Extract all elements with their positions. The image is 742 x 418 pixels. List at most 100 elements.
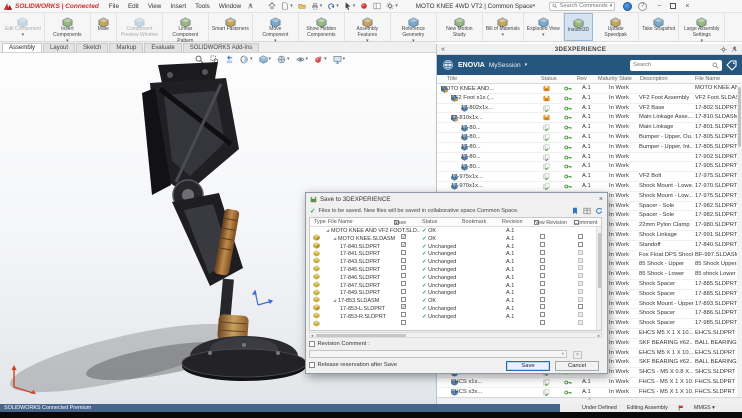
hscroll-right-icon[interactable]: ▸ [598,333,600,338]
tab-markup[interactable]: Markup [109,43,143,52]
dialog-vscrollbar-thumb[interactable] [598,233,601,288]
ribbon-bill-of-materials-button[interactable]: Bill of Materials▾ [483,13,524,41]
save-dialog-row[interactable]: 17-849.SLDPRT✓ UnchangedA.1 [310,289,601,297]
save-checkbox[interactable] [401,320,406,325]
save-dialog-row[interactable]: 17-845.SLDPRT✓ UnchangedA.1 [310,266,601,274]
comment-clear-button[interactable]: × [573,351,582,359]
select-cursor-icon-caret[interactable]: ▾ [353,4,356,9]
panel-gear-icon[interactable] [720,46,727,53]
tab-sketch[interactable]: Sketch [76,43,108,52]
panel-row[interactable]: 17-970x1x...A.1In WorkShock Mount - Lowe… [437,182,742,192]
release-reservation-checkbox[interactable] [309,362,315,368]
new-revision-checkbox[interactable] [540,320,545,325]
dcol-filename[interactable]: File Name [328,219,353,225]
panel-row[interactable]: 17-80...A.1In WorkMain Linkage17-801.SLD… [437,123,742,133]
panel-row[interactable]: 17-80...A.1In WorkBumper - Upper, Ou...1… [437,133,742,143]
panel-row[interactable]: FHCS x3x...A.1In WorkFHCS - M5 X 1 X 10.… [437,388,742,397]
save-button[interactable]: Save [506,361,550,371]
enovia-session[interactable]: MySession [489,62,521,69]
menu-view[interactable]: View [148,3,162,10]
print-icon[interactable]: ▾ [311,2,323,10]
ribbon-assembly-features-button[interactable]: Assembly Features▾ [345,13,391,41]
panel-row[interactable]: 17-80...A.1In Work17-902.SLDPRT [437,153,742,163]
panel-pin-icon[interactable] [731,46,738,53]
select-cursor-icon[interactable]: ▾ [344,2,356,10]
save-dialog-row[interactable]: ⊿ MOTO KNEE.SLDASM✓✓ OKA.1 [310,235,601,243]
save-dialog-row[interactable]: ⊿ 17-853.SLDASM✓✓ OKA.1 [310,297,601,305]
revision-comment-checkbox[interactable] [309,341,315,347]
save-dialog-row[interactable]: 17-840.SLDPRT✓ UnchangedA.1 [310,243,601,251]
ribbon-caret-icon[interactable]: ▾ [700,39,703,44]
tab-solidworks-add-ins[interactable]: SOLIDWORKS Add-Ins [183,43,260,52]
panel-row[interactable]: −VF2 Foot x1x (...A.1In WorkVF2 Foot Ass… [437,94,742,104]
tag-filter-icon[interactable] [726,60,737,71]
panel-row[interactable]: 17-80...A.1In WorkBumper - Upper, Int...… [437,143,742,153]
save-dialog-row[interactable]: 17-841.SLDPRT✓ UnchangedA.1 [310,250,601,258]
ribbon-component-preview-window-button[interactable]: Component Preview Window [117,13,163,41]
col-title[interactable]: Title [447,76,457,82]
panel-scrollbar[interactable] [737,85,742,398]
dialog-vscrollbar[interactable] [596,227,601,331]
save-dialog-row[interactable]: 17-853-L.SLDPRT✓ UnchangedA.1 [310,305,601,313]
save-dialog-row[interactable]: ⊿ MOTO KNEE AND VF2 FOOT.SLD..✓✓ OKA.1 [310,227,601,235]
ribbon-caret-icon[interactable]: ▾ [22,33,25,38]
dialog-hscrollbar[interactable]: ◂ ▸ [309,332,602,338]
close-button[interactable]: × [685,3,689,10]
ribbon-take-snapshot-button[interactable]: Take Snapshot [639,13,679,41]
ribbon-move-component-button[interactable]: Move Component▾ [253,13,299,41]
dcol-bookmark[interactable]: Bookmark [462,219,486,225]
dcol-revision[interactable]: Revision [502,219,523,225]
panel-row[interactable]: 17-80...A.1In Work17-905.SLDPRT [437,162,742,172]
save-dialog-close-icon[interactable]: × [599,196,603,203]
revision-comment-field[interactable]: ▾ [309,350,567,358]
ribbon-show-hidden-components-button[interactable]: Show Hidden Components [299,13,345,41]
panel-row[interactable]: −MOTO KNEE AND...A.1In WorkMOTO KNEE AN.… [437,84,742,94]
col-filename[interactable]: File Name [695,76,720,82]
session-caret-icon[interactable]: ▾ [525,62,528,68]
panel-search-box[interactable] [630,60,722,71]
panel-row[interactable]: 17-802x1x...A.1In WorkVF2 Base17-802.SLD… [437,104,742,114]
minimize-button[interactable]: − [657,3,661,10]
save-dialog-row[interactable]: 17-853-R.SLDPRT✓ UnchangedA.1 [310,313,601,321]
save-dialog-row[interactable]: 17-847.SLDPRT✓ UnchangedA.1 [310,282,601,290]
panel-footer-collapse[interactable]: ^ [437,397,742,404]
cancel-button[interactable]: Cancel [555,361,599,371]
hscroll-left-icon[interactable]: ◂ [311,333,313,338]
new-file-icon[interactable]: ▾ [281,2,293,10]
tab-layout[interactable]: Layout [43,43,75,52]
panel-scrollbar-thumb[interactable] [738,87,741,147]
ribbon-exploded-view-button[interactable]: Exploded View▾ [524,13,564,41]
ribbon-instant3d-button[interactable]: Instant3D [564,13,593,41]
restore-button[interactable] [670,3,676,9]
col-description[interactable]: Description [640,76,668,82]
refresh-icon[interactable] [595,207,603,215]
table-view-icon[interactable] [583,207,591,215]
menu-edit[interactable]: Edit [128,3,139,10]
save-dialog-row[interactable]: 17-843.SLDPRT✓ UnchangedA.1 [310,258,601,266]
ribbon-update-speedpak-button[interactable]: Update Speedpak [593,13,639,41]
notification-icon[interactable] [360,2,368,10]
search-commands-input[interactable] [560,3,608,9]
ribbon-linear-component-pattern-button[interactable]: Linear Component Pattern▾ [163,13,209,41]
undo-icon[interactable]: ▾ [327,2,339,10]
display-panel-icon[interactable] [373,2,381,10]
comment-field-caret-icon[interactable]: ▾ [562,351,564,357]
menu-window[interactable]: Window [219,3,241,10]
dialog-save-checkbox[interactable] [401,314,406,331]
panel-row[interactable]: FHCS x1x...A.1In WorkFHCS - M5 X 1 X 10.… [437,378,742,388]
undo-icon-caret[interactable]: ▾ [336,4,339,9]
ribbon-insert-components-button[interactable]: Insert Components▾ [45,13,91,41]
col-rev[interactable]: Rev [577,76,587,82]
search-commands-box[interactable]: ▾ [549,2,615,11]
ribbon-caret-icon[interactable]: ▾ [542,33,545,38]
status-units[interactable]: MMGS ▾ [694,405,715,411]
user-avatar[interactable] [623,2,632,11]
ribbon-mate-button[interactable]: Mate [91,13,117,41]
ribbon-caret-icon[interactable]: ▾ [502,33,505,38]
save-dialog-row[interactable]: 17-846.SLDPRT✓ UnchangedA.1 [310,274,601,282]
ribbon-large-assembly-settings-button[interactable]: Large Assembly Settings▾ [679,13,725,41]
options-gear-icon[interactable]: ▾ [386,2,398,10]
new-file-icon-caret[interactable]: ▾ [290,4,293,9]
ribbon-edit-component-button[interactable]: Edit Component▾ [2,13,45,41]
ribbon-new-motion-study-button[interactable]: New Motion Study [437,13,483,41]
